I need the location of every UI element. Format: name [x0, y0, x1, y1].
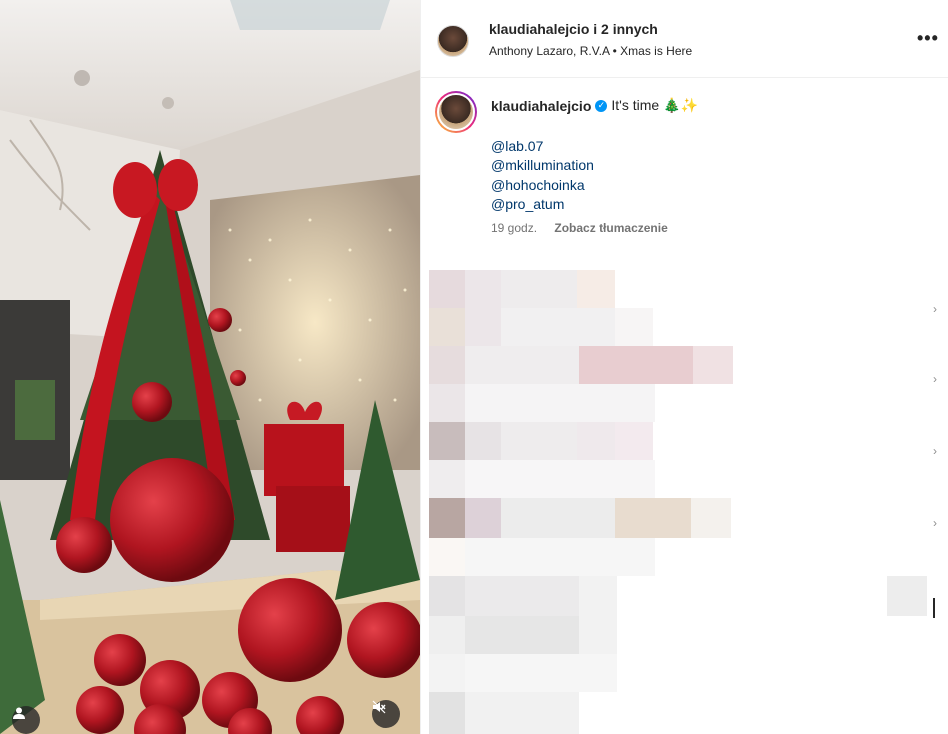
more-horizontal-icon[interactable]: •••: [917, 28, 939, 49]
post-time: 19 godz.: [491, 221, 538, 235]
mention-link[interactable]: @mkillumination: [491, 157, 594, 173]
header-username[interactable]: klaudiahalejcio i 2 innych: [489, 21, 658, 37]
mention-link[interactable]: @hohochoinka: [491, 177, 585, 193]
header-audio-location[interactable]: Anthony Lazaro, R.V.A • Xmas is Here: [489, 44, 692, 58]
caption-text: It's time 🎄✨: [611, 97, 698, 113]
post-details-panel: klaudiahalejcio i 2 innych Anthony Lazar…: [420, 0, 948, 734]
caption-meta: 19 godz. Zobacz tłumaczenie: [491, 221, 668, 235]
post-header: klaudiahalejcio i 2 innych Anthony Lazar…: [421, 0, 948, 78]
scroll-marker: ›: [933, 516, 937, 530]
verified-badge-icon: ✓: [595, 99, 608, 112]
caption-username[interactable]: klaudiahalejcio: [491, 98, 591, 114]
avatar[interactable]: [437, 25, 469, 57]
post-media[interactable]: [0, 0, 420, 734]
see-translation-link[interactable]: Zobacz tłumaczenie: [554, 221, 667, 235]
user-tags-button[interactable]: [12, 706, 40, 734]
christmas-tree-photo: [0, 0, 420, 734]
mention-link[interactable]: @pro_atum: [491, 196, 564, 212]
caption-line: klaudiahalejcio ✓ It's time 🎄✨: [491, 97, 698, 114]
mute-button[interactable]: [372, 700, 400, 728]
caption-avatar[interactable]: [435, 91, 477, 133]
scrollbar-thumb[interactable]: [933, 598, 935, 618]
user-icon: [13, 707, 25, 719]
scroll-marker: ›: [933, 372, 937, 386]
speaker-muted-icon: [372, 700, 386, 714]
scroll-marker: ›: [933, 444, 937, 458]
scroll-marker: ›: [933, 302, 937, 316]
mention-link[interactable]: @lab.07: [491, 138, 543, 154]
